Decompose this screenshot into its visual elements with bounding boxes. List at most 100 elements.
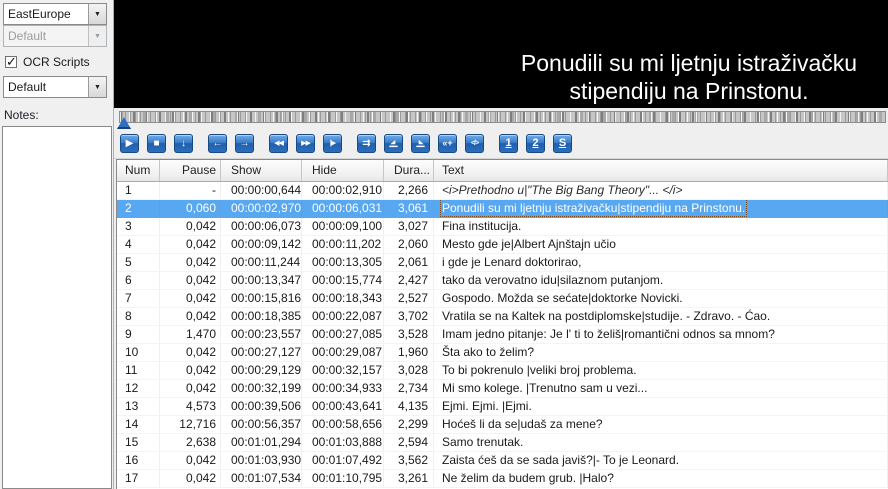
cell-num: 8: [117, 308, 160, 325]
style-2-button[interactable]: 2: [526, 134, 545, 153]
subtitle-row[interactable]: 4 0,042 00:00:09,142 00:00:11,202 2,060 …: [117, 236, 888, 254]
subtitle-row[interactable]: 16 0,042 00:01:03,930 00:01:07,492 3,562…: [117, 452, 888, 470]
cell-duration: 2,527: [384, 290, 434, 307]
subtitle-row[interactable]: 7 0,042 00:00:15,816 00:00:18,343 2,527 …: [117, 290, 888, 308]
add-time-button[interactable]: «+: [438, 134, 457, 153]
move-down-button[interactable]: ↓: [174, 134, 193, 153]
subtitle-row[interactable]: 13 4,573 00:00:39,506 00:00:43,641 4,135…: [117, 398, 888, 416]
ocr-scripts-checkbox[interactable]: [5, 56, 17, 68]
column-header-text[interactable]: Text: [434, 160, 888, 181]
add-time-icon: «+: [442, 139, 452, 148]
cell-show: 00:00:02,970: [221, 200, 302, 217]
secondary-select[interactable]: Default ▼: [3, 25, 107, 47]
cell-num: 4: [117, 236, 160, 253]
cell-hide: 00:00:32,157: [302, 362, 384, 379]
subtitle-row[interactable]: 11 0,042 00:00:29,129 00:00:32,157 3,028…: [117, 362, 888, 380]
column-header-show[interactable]: Show: [221, 160, 302, 181]
notes-label: Notes:: [4, 108, 109, 122]
timeline-track[interactable]: [119, 111, 886, 123]
rewind-button[interactable]: ◀◀: [269, 134, 288, 153]
cell-show: 00:00:29,129: [221, 362, 302, 379]
cell-text: Ejmi. Ejmi. |Ejmi.: [434, 398, 888, 415]
subtitle-row[interactable]: 6 0,042 00:00:13,347 00:00:15,774 2,427 …: [117, 272, 888, 290]
cell-text: To bi pokrenulo |veliki broj problema.: [434, 362, 888, 379]
script-select[interactable]: Default ▼: [3, 76, 107, 98]
ocr-scripts-label: OCR Scripts: [23, 55, 90, 69]
column-header-pause[interactable]: Pause: [160, 160, 221, 181]
cell-show: 00:00:27,127: [221, 344, 302, 361]
chevron-down-icon[interactable]: ▼: [88, 77, 106, 97]
chevron-down-icon[interactable]: ▼: [88, 4, 106, 24]
cell-hide: 00:00:06,031: [302, 200, 384, 217]
play-current-button[interactable]: |▶: [323, 134, 342, 153]
cell-pause: 1,470: [160, 326, 221, 343]
notes-textarea[interactable]: [2, 126, 112, 489]
stop-button[interactable]: ■: [147, 134, 166, 153]
ocr-scripts-row[interactable]: OCR Scripts: [5, 55, 109, 69]
shift-times-button[interactable]: ⇉: [357, 134, 376, 153]
cell-hide: 00:00:22,087: [302, 308, 384, 325]
column-header-duration[interactable]: Dura...: [384, 160, 434, 181]
cell-pause: 0,042: [160, 362, 221, 379]
cell-duration: 2,061: [384, 254, 434, 271]
subtitle-overlay: Ponudili su mi ljetnju istraživačku stip…: [496, 49, 882, 105]
cell-show: 00:00:09,142: [221, 236, 302, 253]
set-start-button[interactable]: [384, 134, 403, 153]
subtitle-table: Num Pause Show Hide Dura... Text 1 - 00:…: [116, 159, 888, 489]
seek-left-icon: ←: [213, 139, 223, 149]
column-header-hide[interactable]: Hide: [302, 160, 384, 181]
set-end-button[interactable]: [411, 134, 430, 153]
column-header-num[interactable]: Num: [117, 160, 160, 181]
subtitle-row[interactable]: 2 0,060 00:00:02,970 00:00:06,031 3,061 …: [117, 200, 888, 218]
style-2-icon: 2: [532, 138, 538, 149]
stop-icon: ■: [153, 139, 159, 149]
subtitle-row[interactable]: 9 1,470 00:00:23,557 00:00:27,085 3,528 …: [117, 326, 888, 344]
cell-duration: 2,734: [384, 380, 434, 397]
cell-num: 5: [117, 254, 160, 271]
seek-left-button[interactable]: ←: [208, 134, 227, 153]
subtitle-row[interactable]: 14 12,716 00:00:56,357 00:00:58,656 2,29…: [117, 416, 888, 434]
sidebar: EastEurope ▼ Default ▼ OCR Scripts Defau…: [0, 0, 114, 489]
subtitle-row[interactable]: 10 0,042 00:00:27,127 00:00:29,087 1,960…: [117, 344, 888, 362]
cell-text: Ponudili su mi ljetnju istraživačku|stip…: [434, 200, 888, 217]
style-1-icon: 1: [505, 138, 511, 149]
subtitle-row[interactable]: 12 0,042 00:00:32,199 00:00:34,933 2,734…: [117, 380, 888, 398]
cell-hide: 00:00:11,202: [302, 236, 384, 253]
cell-pause: 0,042: [160, 254, 221, 271]
cell-show: 00:00:32,199: [221, 380, 302, 397]
cell-hide: 00:00:02,910: [302, 182, 384, 199]
cell-text: Šta ako to želim?: [434, 344, 888, 361]
split-button[interactable]: </>: [465, 134, 484, 153]
style-1-button[interactable]: 1: [499, 134, 518, 153]
subtitle-row[interactable]: 5 0,042 00:00:11,244 00:00:13,305 2,061 …: [117, 254, 888, 272]
cell-show: 00:01:01,294: [221, 434, 302, 451]
language-select[interactable]: EastEurope ▼: [3, 3, 107, 25]
subtitle-row[interactable]: 17 0,042 00:01:07,534 00:01:10,795 3,261…: [117, 470, 888, 488]
subtitle-row[interactable]: 8 0,042 00:00:18,385 00:00:22,087 3,702 …: [117, 308, 888, 326]
subtitle-table-body: 1 - 00:00:00,644 00:00:02,910 2,266 <i>P…: [117, 182, 888, 489]
play-current-icon: |▶: [330, 140, 335, 147]
cell-hide: 00:00:18,343: [302, 290, 384, 307]
subtitle-row[interactable]: 15 2,638 00:01:01,294 00:01:03,888 2,594…: [117, 434, 888, 452]
cell-num: 2: [117, 200, 160, 217]
cell-duration: 3,528: [384, 326, 434, 343]
cell-duration: 3,702: [384, 308, 434, 325]
cell-show: 00:00:11,244: [221, 254, 302, 271]
cell-duration: 2,594: [384, 434, 434, 451]
shift-times-icon: ⇉: [362, 139, 370, 149]
toolbar: ▶ ■ ↓ ← → ◀◀ ▶▶ |▶ ⇉ «+ </> 1 2 S: [120, 134, 572, 153]
style-s-button[interactable]: S: [553, 134, 572, 153]
play-button[interactable]: ▶: [120, 134, 139, 153]
cell-duration: 3,562: [384, 452, 434, 469]
cell-text: Hoćeš li da se|udaš za mene?: [434, 416, 888, 433]
subtitle-row[interactable]: 3 0,042 00:00:06,073 00:00:09,100 3,027 …: [117, 218, 888, 236]
seek-right-icon: →: [240, 139, 250, 149]
fast-forward-button[interactable]: ▶▶: [296, 134, 315, 153]
cell-duration: 2,427: [384, 272, 434, 289]
cell-hide: 00:01:10,795: [302, 470, 384, 487]
seek-right-button[interactable]: →: [235, 134, 254, 153]
cell-hide: 00:00:13,305: [302, 254, 384, 271]
cell-pause: 0,042: [160, 272, 221, 289]
subtitle-row[interactable]: 1 - 00:00:00,644 00:00:02,910 2,266 <i>P…: [117, 182, 888, 200]
cell-duration: 1,960: [384, 344, 434, 361]
